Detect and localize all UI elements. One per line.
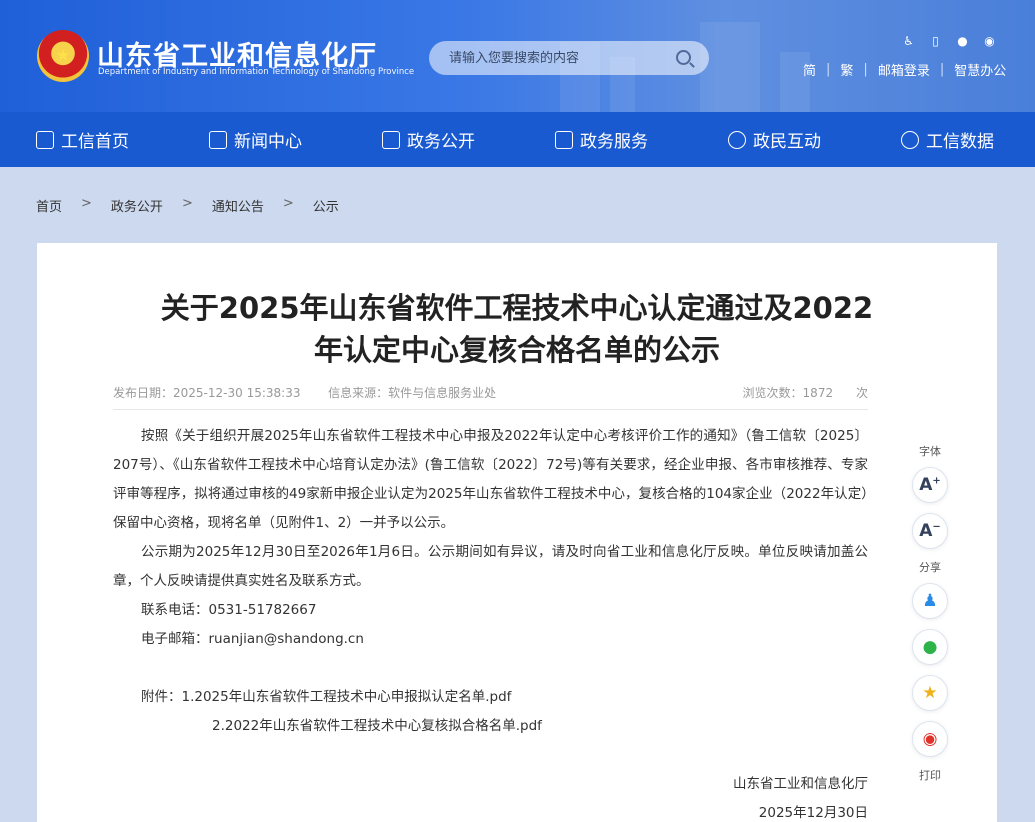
- home-icon: [36, 130, 54, 149]
- article-title-line: 年认定中心复核合格名单的公示: [313, 333, 720, 367]
- mobile-icon[interactable]: ▯: [927, 34, 944, 48]
- article-body: 按照《关于组织开展2025年山东省软件工程技术中心申报及2022年认定中心考核评…: [113, 422, 868, 822]
- monitor-icon: [382, 130, 400, 149]
- accessibility-tools: ♿ ▯ ● ◉: [900, 34, 998, 48]
- view-count: 浏览次数：1872 次: [743, 384, 868, 401]
- font-size-label: 字体: [919, 445, 941, 458]
- favorite-button[interactable]: ★: [912, 675, 948, 711]
- chat-icon: [728, 130, 746, 149]
- nav-item-label: 政民互动: [753, 132, 821, 152]
- breadcrumb: 首页 > 政务公开 > 通知公告 > 公示: [36, 196, 339, 215]
- database-icon: [901, 130, 919, 149]
- breadcrumb-separator: >: [181, 196, 193, 211]
- traditional-chinese-link[interactable]: 繁: [840, 60, 853, 79]
- accessibility-icon[interactable]: ♿: [900, 34, 917, 48]
- breadcrumb-public-notice[interactable]: 公示: [313, 196, 339, 215]
- nav-item-label: 工信首页: [61, 132, 129, 152]
- nav-item-news[interactable]: 新闻中心: [209, 127, 302, 152]
- paragraph: 按照《关于组织开展2025年山东省软件工程技术中心申报及2022年认定中心考核评…: [113, 428, 868, 531]
- share-label: 分享: [919, 561, 941, 574]
- meta-divider: [113, 409, 868, 410]
- service-icon: [555, 130, 573, 149]
- weibo-icon[interactable]: ◉: [981, 34, 998, 48]
- source-value: 软件与信息服务业处: [388, 386, 497, 400]
- news-icon: [209, 130, 227, 149]
- contact-email: 电子邮箱：ruanjian@shandong.cn: [141, 631, 364, 647]
- attachment-link-1[interactable]: 附件：1.2025年山东省软件工程技术中心申报拟认定名单.pdf: [113, 683, 868, 712]
- share-wechat-button[interactable]: ●: [912, 629, 948, 665]
- weibo-icon: ◉: [922, 729, 938, 749]
- article-title-line: 关于2025年山东省软件工程技术中心认定通过及2022: [160, 291, 874, 325]
- source-label: 信息来源：: [328, 386, 389, 400]
- contact-phone: 联系电话：0531-51782667: [141, 602, 317, 618]
- nav-item-data[interactable]: 工信数据: [901, 127, 994, 152]
- email-login-link[interactable]: 邮箱登录: [878, 60, 930, 79]
- paragraph: 公示期为2025年12月30日至2026年1月6日。公示期间如有异议，请及时向省…: [113, 544, 868, 589]
- signature: 山东省工业和信息化厅: [733, 776, 868, 792]
- font-decrease-button[interactable]: A−: [912, 513, 948, 549]
- attachment-link-2[interactable]: 2.2022年山东省软件工程技术中心复核拟合格名单.pdf: [113, 712, 868, 741]
- separator: |: [863, 62, 868, 77]
- breadcrumb-separator: >: [81, 196, 92, 211]
- top-links: 简 | 繁 | 邮箱登录 | 智慧办公: [803, 60, 1006, 79]
- breadcrumb-gov-affairs[interactable]: 政务公开: [111, 196, 163, 215]
- views-unit: 次: [855, 386, 868, 400]
- article-title: 关于2025年山东省软件工程技术中心认定通过及2022 年认定中心复核合格名单的…: [117, 287, 917, 371]
- nav-item-gov-services[interactable]: 政务服务: [555, 127, 648, 152]
- print-label[interactable]: 打印: [908, 767, 952, 783]
- article-container: 关于2025年山东省软件工程技术中心认定通过及2022 年认定中心复核合格名单的…: [37, 243, 997, 822]
- views-value: 1872: [802, 386, 834, 400]
- simplified-chinese-link[interactable]: 简: [803, 60, 816, 79]
- main-nav: 工信首页 新闻中心 政务公开 政务服务 政民互动 工信数据: [0, 112, 1035, 167]
- star-icon: ★: [55, 45, 71, 65]
- nav-item-label: 政务公开: [407, 132, 475, 152]
- share-weibo-button[interactable]: ◉: [912, 721, 948, 757]
- views-label: 浏览次数：: [742, 386, 803, 400]
- site-subtitle: Department of Industry and Information T…: [98, 67, 415, 77]
- breadcrumb-home[interactable]: 首页: [36, 196, 62, 215]
- search-icon[interactable]: [676, 50, 691, 65]
- nav-item-home[interactable]: 工信首页: [36, 127, 129, 152]
- qq-icon: ♟: [922, 591, 938, 611]
- share-qq-button[interactable]: ♟: [912, 583, 948, 619]
- search-input[interactable]: [449, 41, 669, 75]
- signature-date: 2025年12月30日: [758, 805, 868, 821]
- publish-date: 2025-12-30 15:38:33: [173, 386, 301, 400]
- separator: |: [939, 62, 945, 77]
- smart-office-link[interactable]: 智慧办公: [954, 60, 1006, 79]
- wechat-icon[interactable]: ●: [954, 34, 971, 48]
- nav-item-label: 工信数据: [926, 132, 994, 152]
- nav-item-label: 政务服务: [580, 132, 648, 152]
- header-decoration: [700, 22, 760, 112]
- nav-item-gov-affairs[interactable]: 政务公开: [382, 127, 475, 152]
- nav-item-interaction[interactable]: 政民互动: [728, 127, 821, 152]
- nav-item-label: 新闻中心: [234, 132, 302, 152]
- separator: |: [826, 62, 831, 77]
- breadcrumb-notices[interactable]: 通知公告: [212, 196, 264, 215]
- national-emblem-logo[interactable]: ★: [37, 30, 89, 82]
- breadcrumb-separator: >: [282, 196, 294, 211]
- article-meta: 发布日期：2025-12-30 15:38:33 信息来源：软件与信息服务业处 …: [113, 384, 868, 401]
- font-decrease-icon: A−: [919, 521, 941, 541]
- wechat-icon: ●: [922, 637, 938, 657]
- search-box: [429, 41, 709, 75]
- star-icon: ★: [922, 683, 938, 703]
- publish-date-label: 发布日期：: [113, 386, 174, 400]
- site-header: ★ 山东省工业和信息化厅 Department of Industry and …: [0, 0, 1035, 112]
- side-toolbar: 字体 A+ A− 分享 ♟ ● ★ ◉ 打印: [908, 443, 952, 791]
- font-increase-icon: A+: [919, 475, 941, 495]
- font-increase-button[interactable]: A+: [912, 467, 948, 503]
